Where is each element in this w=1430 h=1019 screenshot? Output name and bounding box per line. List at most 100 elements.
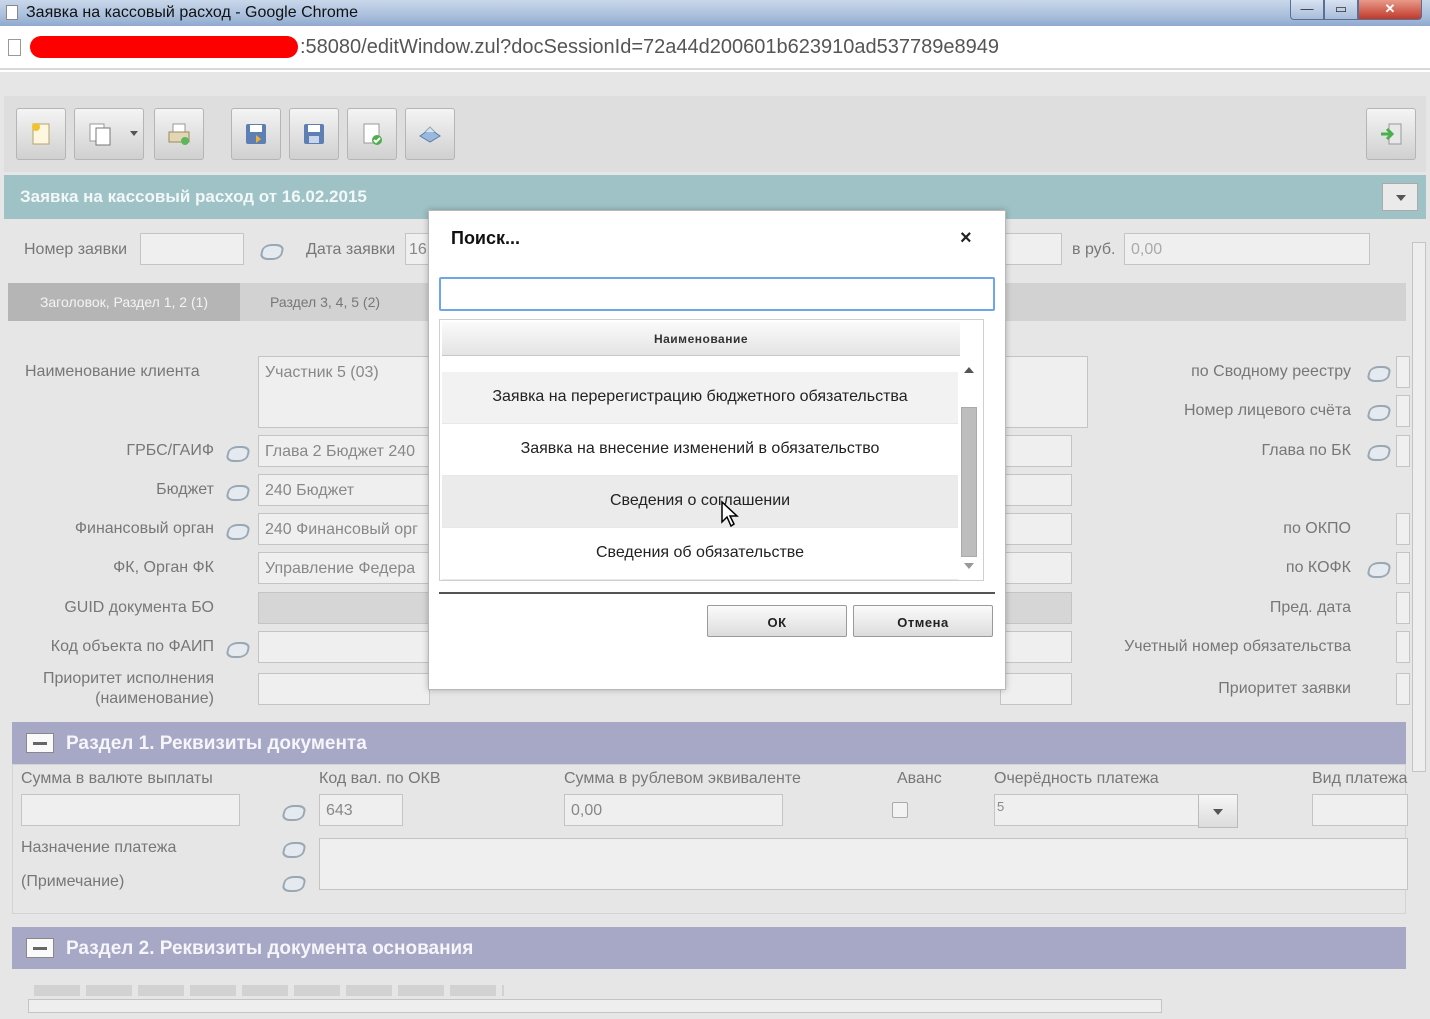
grbs-field[interactable]: Глава 2 Бюджет 240 [258, 435, 430, 467]
summary-registry-field[interactable] [1396, 356, 1410, 388]
sum-currency-field[interactable] [21, 794, 240, 826]
tab-sections-3-5[interactable]: Раздел 3, 4, 5 (2) [240, 283, 410, 321]
client-name-field[interactable]: Участник 5 (03) [258, 356, 430, 428]
lookup-icon[interactable] [224, 520, 250, 540]
horizontal-scroll-thumb[interactable] [28, 999, 1162, 1013]
fk-organ-field[interactable]: Управление Федера [258, 552, 430, 584]
lookup-icon[interactable] [1365, 362, 1391, 382]
ok-button[interactable]: ОК [707, 605, 847, 637]
list-item[interactable]: Сведения об обязательстве [442, 528, 958, 580]
horizontal-scrollbar[interactable] [4, 996, 1406, 1016]
kofk-label: по КОФК [1285, 559, 1351, 576]
rub-label: в руб. [1072, 241, 1116, 258]
okpo-field[interactable] [1396, 513, 1410, 545]
request-number-field[interactable] [140, 233, 244, 265]
currency-code-field[interactable]: 643 [319, 794, 403, 826]
fin-organ-field-right[interactable] [1000, 513, 1072, 545]
fin-organ-label: Финансовый орган [74, 520, 214, 537]
payment-purpose-field[interactable] [319, 838, 1408, 890]
budget-field[interactable]: 240 Бюджет [258, 474, 430, 506]
print-icon [168, 123, 190, 145]
budget-label: Бюджет [156, 481, 214, 498]
list-item[interactable]: Заявка на внесение изменений в обязатель… [442, 424, 958, 476]
faip-label: Код объекта по ФАИП [50, 638, 214, 655]
lookup-icon[interactable] [1365, 558, 1391, 578]
collapse-icon[interactable] [26, 938, 54, 958]
print-button[interactable] [154, 108, 204, 160]
address-bar[interactable]: :58080/editWindow.zul?docSessionId=72a44… [0, 26, 1430, 70]
account-number-label: Номер лицевого счёта [1184, 402, 1351, 419]
priority-label-line1: Приоритет исполнения [42, 670, 214, 687]
payment-order-select[interactable]: 5 [994, 794, 1200, 826]
minimize-button[interactable]: — [1290, 0, 1324, 20]
list-item[interactable]: Заявка на перерегистрацию бюджетного обя… [442, 372, 958, 424]
save-button[interactable] [289, 108, 339, 160]
obligation-number-field[interactable] [1396, 631, 1410, 663]
lookup-icon[interactable] [280, 801, 306, 821]
sum-rub-field[interactable]: 0,00 [564, 794, 783, 826]
tab-header-sections[interactable]: Заголовок, Раздел 1, 2 (1) [8, 283, 240, 321]
priority-label-line2: (наименование) [95, 690, 214, 707]
client-name-field-right[interactable] [1000, 356, 1088, 428]
collapse-icon[interactable] [26, 733, 54, 753]
payment-order-label: Очерёдность платежа [994, 770, 1159, 787]
rub-amount-field[interactable]: 0,00 [1124, 233, 1370, 265]
vertical-scroll-thumb[interactable] [1412, 242, 1426, 772]
chevron-down-icon[interactable] [130, 131, 138, 136]
prev-date-field[interactable] [1396, 592, 1410, 624]
cancel-button[interactable]: Отмена [853, 605, 993, 637]
scroll-up-icon[interactable] [964, 367, 974, 373]
priority-field-right[interactable] [1000, 673, 1072, 705]
lookup-icon[interactable] [280, 872, 306, 892]
payment-order-dropdown-button[interactable] [1198, 794, 1238, 828]
section2-body [12, 969, 1406, 997]
faip-field-right[interactable] [1000, 631, 1072, 663]
window-title: Заявка на кассовый расход - Google Chrom… [26, 4, 358, 21]
sum-rub-label: Сумма в рублевом эквиваленте [564, 770, 801, 787]
budget-field-right[interactable] [1000, 474, 1072, 506]
window-close-button[interactable]: ✕ [1358, 0, 1422, 20]
faip-field[interactable] [258, 631, 430, 663]
fin-organ-field[interactable]: 240 Финансовый орг [258, 513, 430, 545]
lookup-icon[interactable] [224, 442, 250, 462]
priority-field[interactable] [258, 673, 430, 705]
list-scrollbar[interactable] [959, 361, 979, 581]
maximize-button[interactable]: ▭ [1324, 0, 1358, 20]
scroll-down-icon[interactable] [964, 563, 974, 569]
list-item[interactable]: Сведения о соглашении [442, 476, 958, 528]
copy-document-button[interactable] [74, 108, 144, 160]
lookup-icon[interactable] [224, 481, 250, 501]
attachments-button[interactable] [405, 108, 455, 160]
close-icon[interactable]: × [960, 227, 972, 250]
advance-checkbox[interactable] [892, 802, 908, 818]
kofk-field[interactable] [1396, 552, 1410, 584]
obligation-number-label: Учетный номер обязательства [1124, 638, 1351, 655]
chapter-bk-field[interactable] [1396, 435, 1410, 467]
header-collapse-button[interactable] [1382, 183, 1418, 211]
search-dialog: Поиск... × Наименование Заявка на перере… [428, 210, 1006, 690]
new-document-button[interactable] [16, 108, 66, 160]
request-priority-field[interactable] [1396, 673, 1410, 705]
column-header-name[interactable]: Наименование [442, 322, 960, 356]
lookup-icon[interactable] [1365, 401, 1391, 421]
lookup-icon[interactable] [280, 838, 306, 858]
check-document-button[interactable] [347, 108, 397, 160]
lookup-icon[interactable] [258, 240, 284, 260]
section2-header[interactable]: Раздел 2. Реквизиты документа основания [12, 927, 1406, 969]
lookup-icon[interactable] [224, 638, 250, 658]
url-text[interactable]: :58080/editWindow.zul?docSessionId=72a44… [300, 36, 999, 59]
vertical-scrollbar[interactable] [1410, 224, 1428, 999]
fk-organ-field-right[interactable] [1000, 552, 1072, 584]
save-close-button[interactable] [231, 108, 281, 160]
exit-icon [1381, 123, 1402, 145]
amount-field[interactable] [1000, 233, 1062, 265]
search-input[interactable] [439, 277, 995, 311]
list-scroll-thumb[interactable] [961, 407, 977, 557]
grbs-field-right[interactable] [1000, 435, 1072, 467]
exit-button[interactable] [1366, 108, 1416, 160]
account-number-field[interactable] [1396, 395, 1410, 427]
section1-header[interactable]: Раздел 1. Реквизиты документа [12, 722, 1406, 764]
payment-type-field[interactable] [1312, 794, 1408, 826]
lookup-icon[interactable] [1365, 441, 1391, 461]
guid-field [258, 592, 430, 624]
